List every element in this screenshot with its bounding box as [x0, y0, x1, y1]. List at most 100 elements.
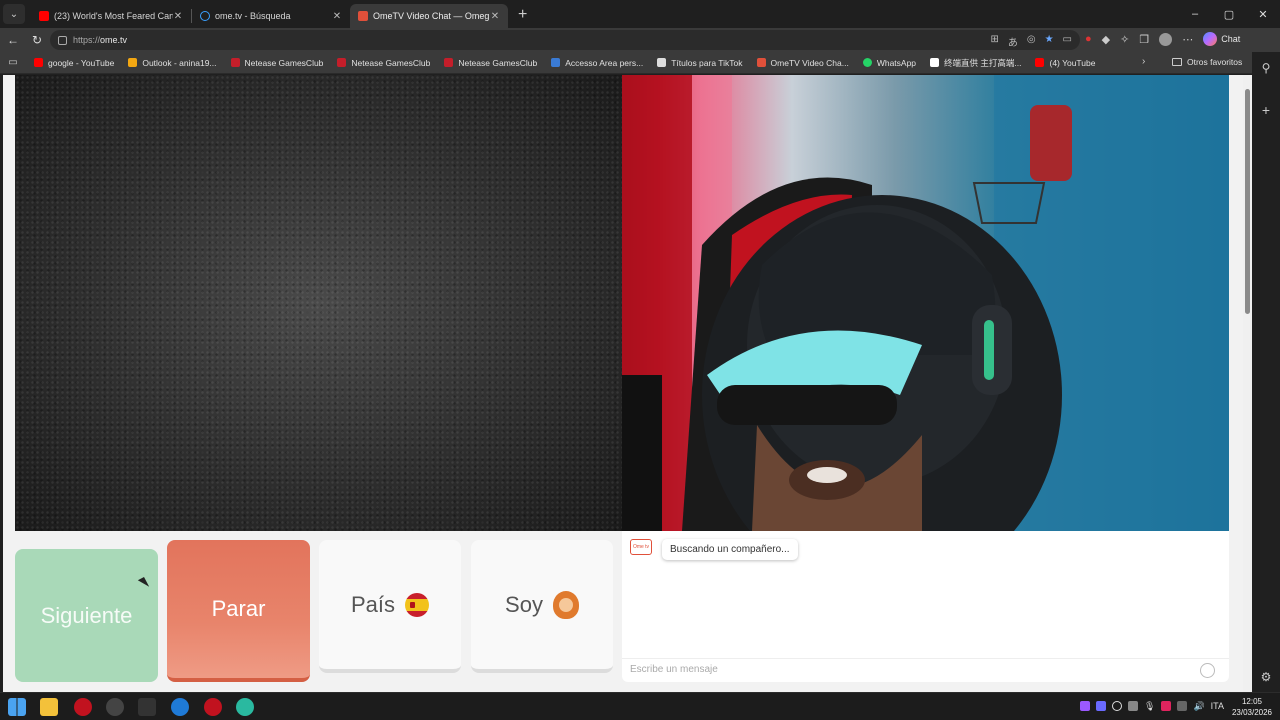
- self-camera-video: [622, 75, 1229, 531]
- edge-sidebar: ⚲ + ⚙: [1252, 52, 1280, 692]
- bookmark-label: Netease GamesClub: [458, 57, 538, 68]
- whatsapp-icon: [862, 58, 872, 67]
- ometv-icon: [358, 11, 368, 21]
- country-button-label: País: [350, 591, 396, 617]
- tab-actions-menu-button[interactable]: ⌄: [3, 4, 25, 24]
- bookmark-item[interactable]: Accesso Area pers...: [551, 58, 643, 68]
- search-icon: [200, 11, 210, 21]
- tab-youtube[interactable]: (23) World's Most Feared Cartel | I ✕: [31, 4, 191, 28]
- edge-browser-icon[interactable]: [236, 698, 254, 716]
- language-indicator[interactable]: ITA: [1211, 701, 1224, 712]
- bookmark-item[interactable]: google - YouTube: [34, 58, 114, 68]
- volume-icon[interactable]: 🔊: [1193, 701, 1204, 712]
- stop-button-label: Parar: [211, 596, 266, 621]
- ometv-logo-icon: Ome tv: [630, 539, 652, 555]
- translate-icon[interactable]: あ: [1008, 34, 1018, 49]
- search-icon[interactable]: ⚲: [1252, 61, 1280, 75]
- accesso-icon: [551, 58, 561, 67]
- tray-app-icon[interactable]: [1177, 701, 1188, 711]
- country-filter-button[interactable]: País: [319, 540, 461, 673]
- tab-title: OmeTV Video Chat — Omegl: [373, 11, 490, 21]
- new-tab-button[interactable]: +: [518, 6, 527, 24]
- collections-icon[interactable]: ❐: [1139, 33, 1149, 46]
- extension-icon[interactable]: ◆: [1102, 33, 1110, 46]
- tray-app-icon[interactable]: [1161, 701, 1172, 711]
- extension-icon[interactable]: ●: [1085, 33, 1092, 45]
- page-icon: [930, 58, 940, 67]
- chevron-right-icon[interactable]: ›: [1142, 56, 1145, 67]
- add-icon[interactable]: +: [1252, 102, 1280, 118]
- taskbar-app-icon[interactable]: [106, 698, 124, 716]
- reader-icon[interactable]: ◎: [1027, 34, 1036, 49]
- tiktok-icon: [657, 58, 667, 67]
- file-explorer-icon[interactable]: [40, 698, 58, 716]
- emoji-icon[interactable]: [1200, 663, 1215, 678]
- taskbar-app-icon[interactable]: [74, 698, 92, 716]
- tray-app-icon[interactable]: [1128, 701, 1138, 711]
- bookmark-item[interactable]: (4) YouTube: [1035, 58, 1095, 68]
- bookmark-label: Accesso Area pers...: [565, 57, 644, 68]
- tab-ometv[interactable]: OmeTV Video Chat — Omegl ✕: [350, 4, 508, 28]
- refresh-icon[interactable]: ↻: [25, 33, 49, 47]
- bookmark-item[interactable]: Netease GamesClub: [337, 58, 430, 68]
- address-toolbar: ← ↻ https://ome.tv ⊞ あ ◎ ★ ▭ ● ◆ ✧ ❐ ⋯ C…: [0, 28, 1280, 52]
- message-input-area: [622, 658, 1229, 682]
- camera-in-use-icon[interactable]: ▭: [1063, 34, 1072, 49]
- settings-gear-icon[interactable]: ⚙: [1252, 670, 1280, 684]
- close-tab-icon[interactable]: ✕: [173, 11, 183, 22]
- close-tab-icon[interactable]: ✕: [490, 11, 500, 22]
- chat-status-message: Buscando un compañero...: [662, 539, 798, 560]
- favorite-star-icon[interactable]: ★: [1045, 34, 1054, 49]
- windows-start-icon[interactable]: [8, 698, 26, 716]
- spain-flag-icon: [405, 592, 430, 617]
- internet-explorer-icon[interactable]: [171, 698, 189, 716]
- gender-button-label: Soy: [505, 591, 543, 617]
- next-button-label: Siguiente: [40, 602, 133, 628]
- other-favorites-label: Otros favoritos: [1187, 57, 1243, 67]
- bookmark-item[interactable]: 终端直供 主打高端...: [930, 57, 1021, 69]
- bookmark-label: google - YouTube: [48, 57, 115, 68]
- minimize-button[interactable]: –: [1178, 0, 1212, 28]
- taskbar-app-icon[interactable]: [204, 698, 222, 716]
- next-button[interactable]: Siguiente: [15, 549, 158, 682]
- page-scrollbar[interactable]: [1243, 75, 1252, 692]
- tray-app-icon[interactable]: [1096, 701, 1106, 711]
- site-info-icon[interactable]: [58, 35, 67, 45]
- taskbar-app-icon[interactable]: [138, 698, 156, 716]
- close-tab-icon[interactable]: ✕: [332, 11, 342, 22]
- taskbar-clock[interactable]: 12:05 23/03/2026: [1228, 696, 1276, 718]
- bookmark-item[interactable]: Netease GamesClub: [230, 58, 323, 68]
- back-arrow-icon[interactable]: ←: [1, 33, 25, 47]
- other-favorites-folder[interactable]: Otros favoritos: [1172, 57, 1242, 67]
- stop-button[interactable]: Parar: [167, 540, 310, 682]
- bookmark-label: WhatsApp: [876, 57, 917, 68]
- bookmark-item[interactable]: OmeTV Video Cha...: [756, 58, 849, 68]
- close-window-button[interactable]: ✕: [1246, 0, 1280, 28]
- folder-icon: [1172, 58, 1182, 66]
- sidebar-toggle-icon[interactable]: ▭: [0, 57, 26, 68]
- bookmark-item[interactable]: Títulos para TikTok: [657, 58, 743, 68]
- scrollbar-thumb[interactable]: [1245, 89, 1250, 314]
- profile-avatar-icon[interactable]: [1159, 32, 1173, 46]
- app-available-icon[interactable]: ⊞: [990, 34, 998, 49]
- female-avatar-icon: [552, 590, 579, 619]
- message-input[interactable]: [630, 664, 1190, 675]
- gender-select-button[interactable]: Soy: [471, 540, 613, 673]
- maximize-button[interactable]: ▢: [1212, 0, 1246, 28]
- bookmark-label: Netease GamesClub: [351, 57, 431, 68]
- copilot-chat-button[interactable]: Chat: [1203, 32, 1240, 46]
- extensions-puzzle-icon[interactable]: ✧: [1120, 33, 1129, 46]
- microphone-icon[interactable]: 🎙: [1144, 701, 1155, 712]
- bookmark-item[interactable]: Netease GamesClub: [444, 58, 537, 68]
- bookmark-label: Outlook - anina19...: [142, 57, 217, 68]
- tray-app-icon[interactable]: [1080, 701, 1090, 711]
- address-bar[interactable]: https://ome.tv ⊞ あ ◎ ★ ▭: [50, 30, 1080, 50]
- more-menu-icon[interactable]: ⋯: [1182, 33, 1193, 46]
- microsoft-icon: [128, 58, 138, 67]
- tab-search[interactable]: ome.tv - Búsqueda ✕: [192, 4, 350, 28]
- tray-app-icon[interactable]: [1112, 701, 1122, 711]
- bookmark-item[interactable]: WhatsApp: [862, 57, 917, 68]
- netease-icon: [444, 58, 454, 67]
- bookmark-item[interactable]: Outlook - anina19...: [128, 57, 217, 68]
- tab-title: (23) World's Most Feared Cartel | I: [54, 11, 173, 21]
